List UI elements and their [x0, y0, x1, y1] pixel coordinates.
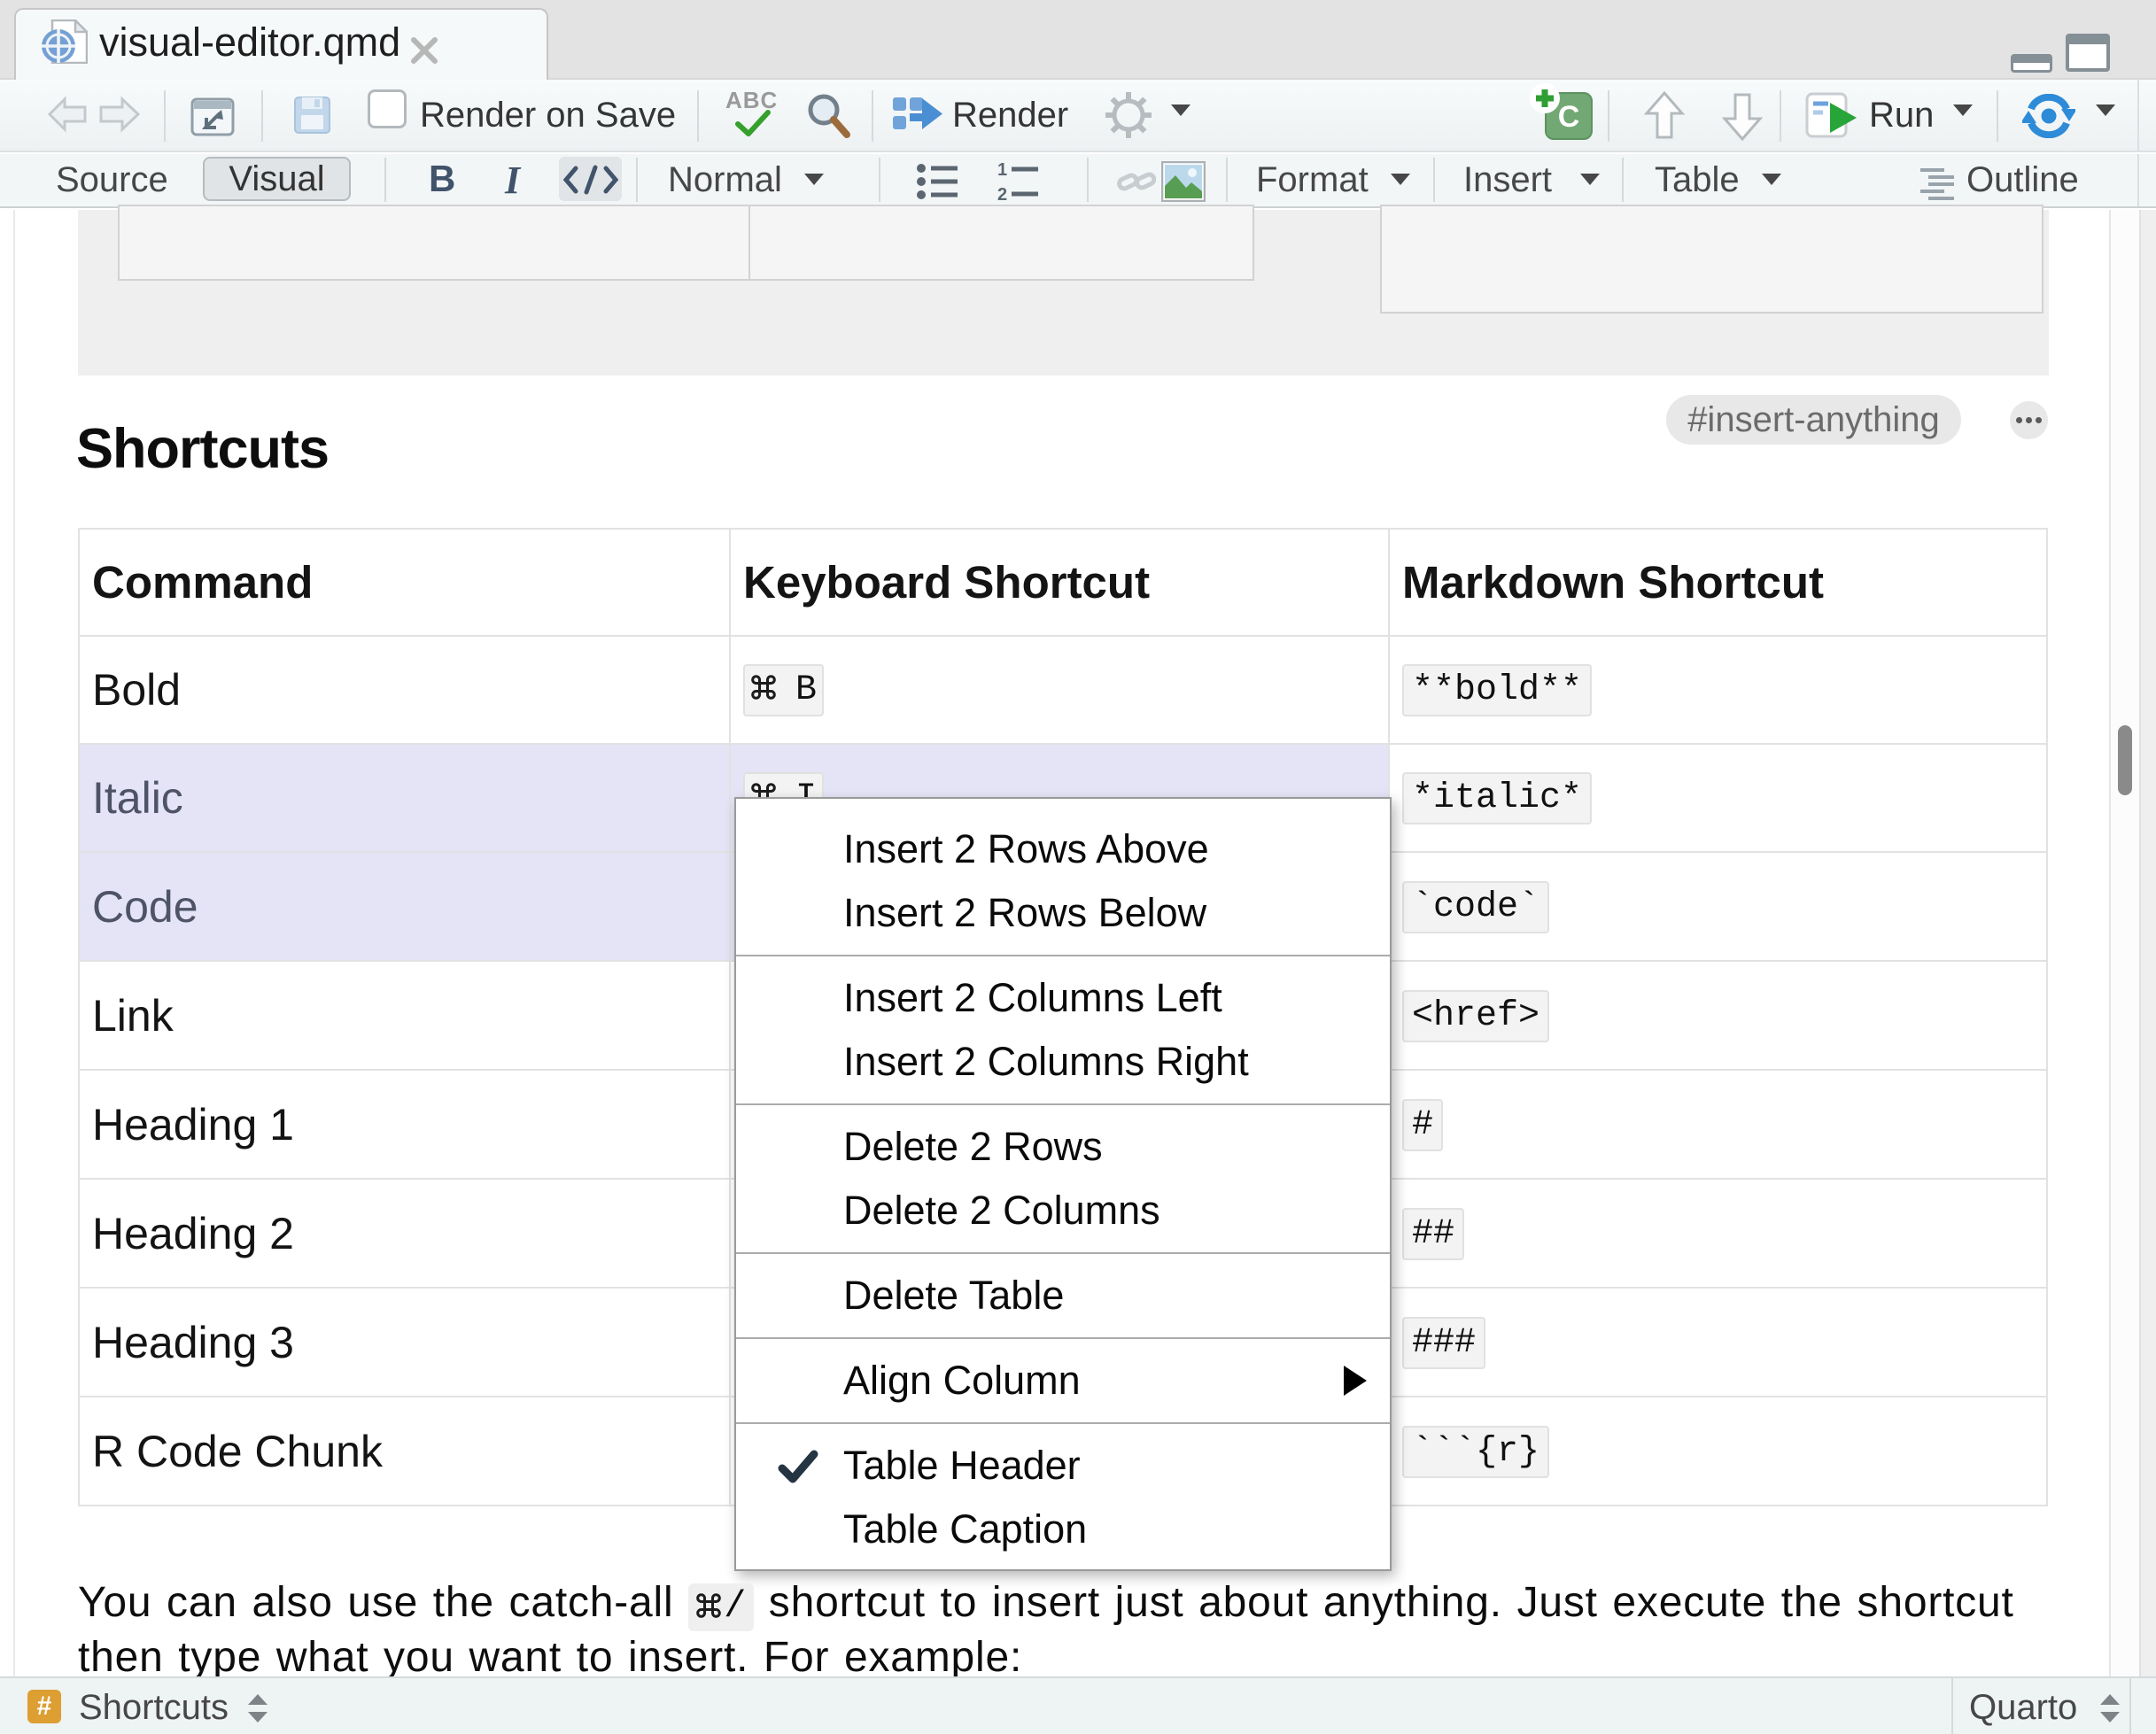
svg-text:1: 1: [997, 161, 1007, 180]
svg-text:2: 2: [997, 185, 1007, 202]
